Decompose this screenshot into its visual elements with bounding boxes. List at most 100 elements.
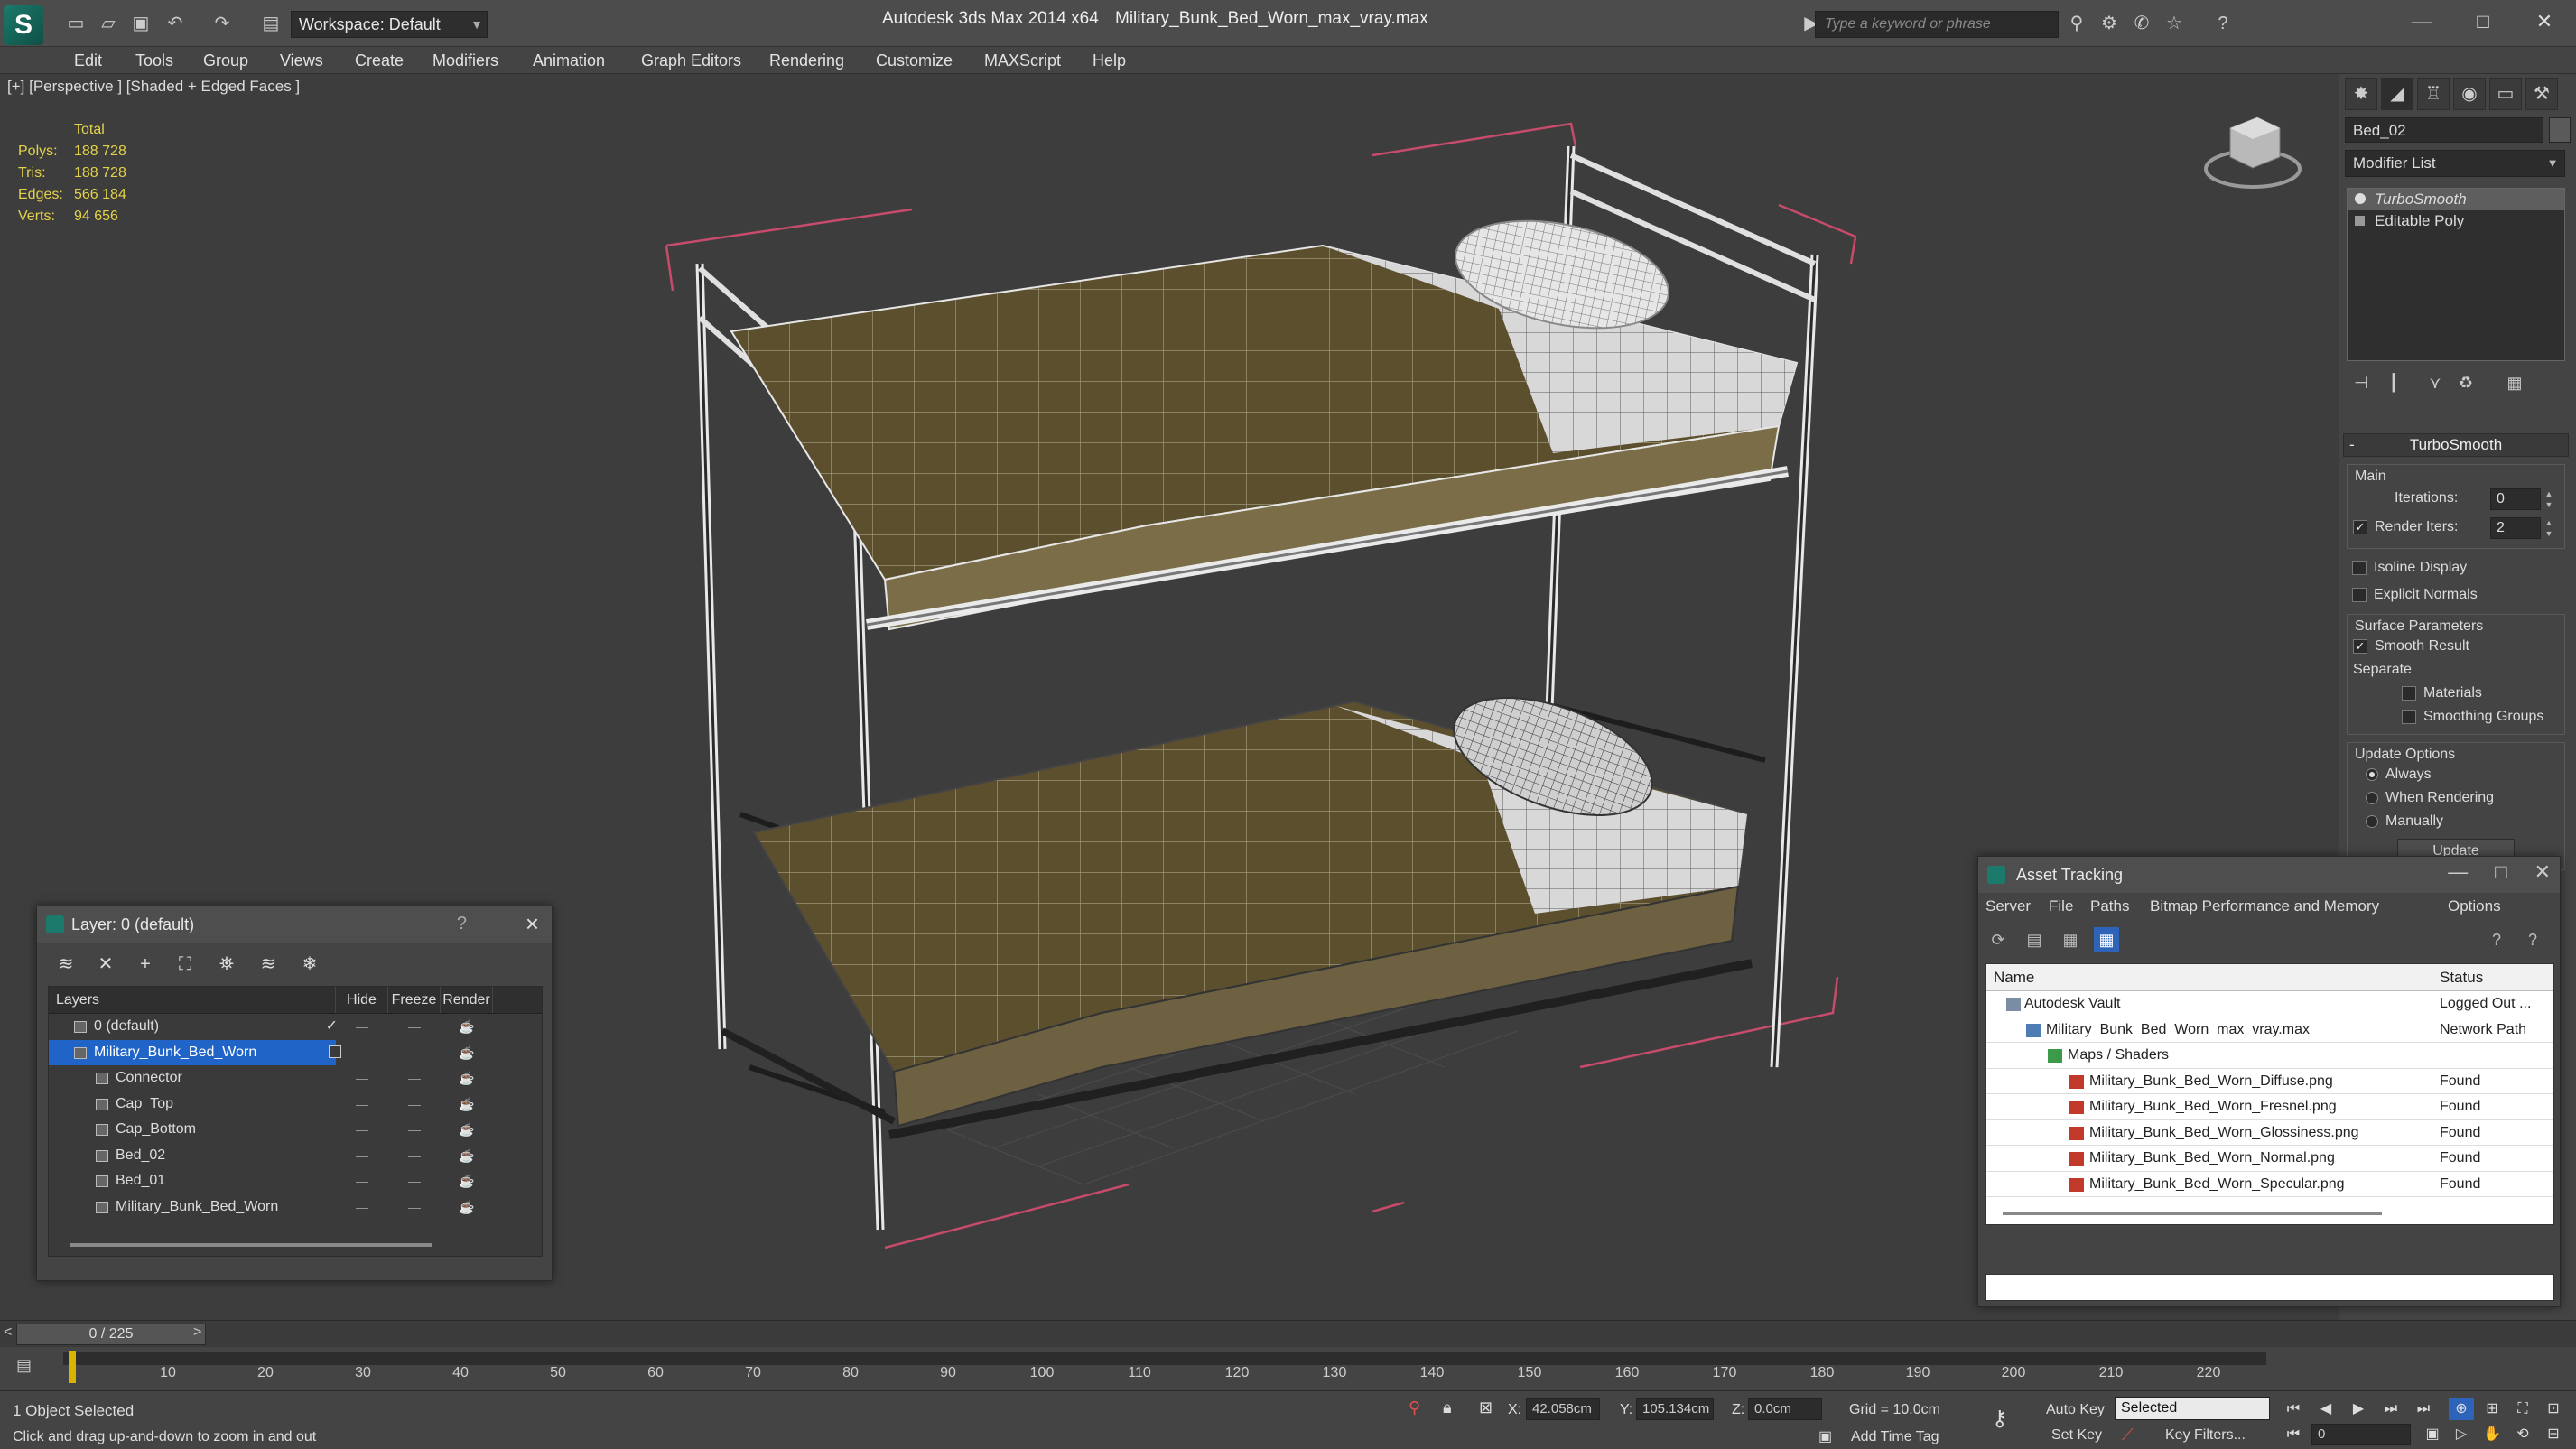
- set-current-box-icon[interactable]: [329, 1045, 341, 1058]
- selection-lock-icon[interactable]: 🔒︎: [1443, 1398, 1452, 1417]
- show-end-result-icon[interactable]: ┃: [2381, 370, 2406, 395]
- layers-column-header[interactable]: Layers: [49, 987, 336, 1013]
- asset-row[interactable]: Military_Bunk_Bed_Worn_Fresnel.png Found: [1986, 1094, 2553, 1120]
- save-icon[interactable]: ▣: [128, 11, 153, 36]
- lightbulb-icon[interactable]: [2355, 193, 2366, 204]
- menu-animation[interactable]: Animation: [533, 51, 605, 70]
- key-icon[interactable]: ⚷: [1992, 1406, 2008, 1432]
- render-teapot-icon[interactable]: ☕: [441, 1040, 493, 1066]
- layer-row[interactable]: 0 (default) ✓ — — ☕: [49, 1014, 542, 1040]
- render-iters-checkbox[interactable]: ✓: [2353, 519, 2367, 534]
- delete-layer-icon[interactable]: ✕: [93, 952, 118, 977]
- x-coordinate-field[interactable]: 42.058cm: [1526, 1398, 1600, 1420]
- highlight-help-icon[interactable]: ?: [2520, 927, 2545, 952]
- display-tab-icon[interactable]: ▭: [2489, 78, 2522, 110]
- render-teapot-icon[interactable]: ☕: [441, 1143, 493, 1169]
- add-time-tag-button[interactable]: Add Time Tag: [1851, 1429, 1939, 1445]
- isolate-selection-icon[interactable]: ⚲: [1409, 1398, 1420, 1417]
- configure-sets-icon[interactable]: ▦: [2502, 370, 2527, 395]
- zoom-extents-icon[interactable]: ⛶: [2510, 1398, 2535, 1420]
- time-config-icon[interactable]: ▣: [2420, 1424, 2445, 1445]
- undo-icon[interactable]: ↶: [163, 11, 188, 36]
- layer-row[interactable]: Bed_01 — — ☕: [49, 1168, 542, 1194]
- favorites-star-icon[interactable]: ☆: [2162, 11, 2187, 36]
- smooth-result-option[interactable]: ✓ Smooth Result: [2353, 635, 2559, 658]
- open-file-icon[interactable]: ▱: [96, 11, 121, 36]
- time-slider-thumb[interactable]: 0 / 225: [16, 1324, 206, 1345]
- explicit-normals-option[interactable]: Explicit Normals: [2352, 583, 2569, 607]
- maximize-icon[interactable]: □: [2495, 860, 2506, 884]
- menu-create[interactable]: Create: [355, 51, 404, 70]
- modify-tab-icon[interactable]: ◢: [2381, 78, 2413, 110]
- absolute-transform-icon[interactable]: ⊠: [1479, 1398, 1493, 1417]
- pan-view-icon[interactable]: ✋: [2479, 1424, 2505, 1445]
- play-icon[interactable]: ▶: [2346, 1398, 2371, 1420]
- close-icon[interactable]: ×: [525, 910, 539, 938]
- track-bar[interactable]: ▤ 10 20 30 40 50 60 70 80 90 100 110 120…: [0, 1347, 2576, 1390]
- asset-row[interactable]: Military_Bunk_Bed_Worn_Specular.png Foun…: [1986, 1171, 2553, 1197]
- thumbnail-view-icon[interactable]: ▦: [2058, 927, 2083, 952]
- time-tag-icon[interactable]: ▣: [1818, 1427, 1832, 1445]
- menu-help[interactable]: Help: [1093, 51, 1126, 70]
- menu-customize[interactable]: Customize: [876, 51, 953, 70]
- stack-item-editable-poly[interactable]: Editable Poly: [2348, 210, 2564, 232]
- select-objects-icon[interactable]: ⛶: [172, 952, 198, 977]
- freeze-column-header[interactable]: Freeze: [388, 987, 441, 1013]
- iterations-spinner-arrows-icon[interactable]: ▲ ▼: [2543, 488, 2555, 510]
- maximize-viewport-icon[interactable]: ⊡: [2541, 1398, 2566, 1420]
- table-view-icon[interactable]: ▦: [2094, 927, 2119, 952]
- render-teapot-icon[interactable]: ☕: [441, 1194, 493, 1221]
- render-teapot-icon[interactable]: ☕: [441, 1117, 493, 1143]
- update-manually-radio[interactable]: Manually: [2366, 810, 2559, 833]
- z-coordinate-field[interactable]: 0.0cm: [1748, 1398, 1822, 1420]
- smoothing-groups-option[interactable]: Smoothing Groups: [2402, 705, 2559, 729]
- modifier-list-arrow-icon[interactable]: ▼: [2540, 150, 2565, 177]
- go-to-end-icon[interactable]: ⏭: [2411, 1398, 2436, 1420]
- viewcube-icon[interactable]: [2204, 116, 2302, 189]
- iterations-spinner[interactable]: 0: [2490, 488, 2541, 510]
- maximize-toggle-icon[interactable]: ⊟: [2541, 1424, 2566, 1445]
- orbit-icon[interactable]: ⟲: [2510, 1424, 2535, 1445]
- maximize-icon[interactable]: □: [2461, 5, 2505, 38]
- new-file-icon[interactable]: ▭: [63, 11, 88, 36]
- auto-key-button[interactable]: Auto Key: [2046, 1402, 2105, 1418]
- help-icon[interactable]: ?: [2210, 11, 2236, 36]
- zoom-icon[interactable]: ⊕: [2449, 1398, 2474, 1420]
- status-column-header[interactable]: Status: [2432, 964, 2483, 990]
- next-frame-icon[interactable]: >: [193, 1324, 201, 1341]
- active-layer-check-icon[interactable]: ✓: [326, 1014, 338, 1039]
- refresh-icon[interactable]: ⟳: [1985, 927, 2011, 952]
- render-teapot-icon[interactable]: ☕: [441, 1065, 493, 1091]
- asset-row[interactable]: Maps / Shaders: [1986, 1043, 2553, 1069]
- time-slider[interactable]: < 0 / 225 >: [0, 1320, 2576, 1347]
- minimize-icon[interactable]: —: [2448, 860, 2468, 884]
- layer-row[interactable]: Bed_02 — — ☕: [49, 1143, 542, 1169]
- menu-tools[interactable]: Tools: [135, 51, 173, 70]
- render-teapot-icon[interactable]: ☕: [441, 1168, 493, 1194]
- name-column-header[interactable]: Name: [1986, 964, 2432, 990]
- layer-row[interactable]: Connector — — ☕: [49, 1065, 542, 1091]
- render-iters-spinner-arrows-icon[interactable]: ▲ ▼: [2543, 517, 2555, 539]
- utilities-tab-icon[interactable]: ⚒: [2525, 78, 2558, 110]
- close-icon[interactable]: ✕: [2523, 5, 2566, 38]
- menu-views[interactable]: Views: [280, 51, 323, 70]
- asset-row[interactable]: Military_Bunk_Bed_Worn_max_vray.max Netw…: [1986, 1017, 2553, 1043]
- layer-row[interactable]: Military_Bunk_Bed_Worn — — ☕: [49, 1039, 542, 1066]
- key-selection-dropdown[interactable]: Selected: [2115, 1397, 2270, 1420]
- menu-graph-editors[interactable]: Graph Editors: [641, 51, 741, 70]
- asset-menu-server[interactable]: Server: [1985, 897, 2031, 915]
- field-of-view-icon[interactable]: ▷: [2449, 1424, 2474, 1445]
- render-teapot-icon[interactable]: ☕: [441, 1091, 493, 1118]
- binoculars-icon[interactable]: ⚲: [2064, 11, 2089, 36]
- previous-key-icon[interactable]: ◀: [2313, 1398, 2339, 1420]
- remove-modifier-icon[interactable]: ♻: [2453, 370, 2478, 395]
- asset-row[interactable]: Military_Bunk_Bed_Worn_Diffuse.png Found: [1986, 1068, 2553, 1094]
- render-teapot-icon[interactable]: ☕: [441, 1014, 493, 1040]
- freeze-all-layers-icon[interactable]: ❄: [297, 952, 322, 977]
- current-frame-field[interactable]: 0: [2311, 1424, 2411, 1445]
- subscription-icon[interactable]: ⚙: [2097, 11, 2122, 36]
- asset-menu-options[interactable]: Options: [2448, 897, 2501, 915]
- search-input[interactable]: Type a keyword or phrase: [1815, 11, 2059, 38]
- hierarchy-tab-icon[interactable]: ♖: [2417, 78, 2450, 110]
- redo-icon[interactable]: ↷: [209, 11, 235, 36]
